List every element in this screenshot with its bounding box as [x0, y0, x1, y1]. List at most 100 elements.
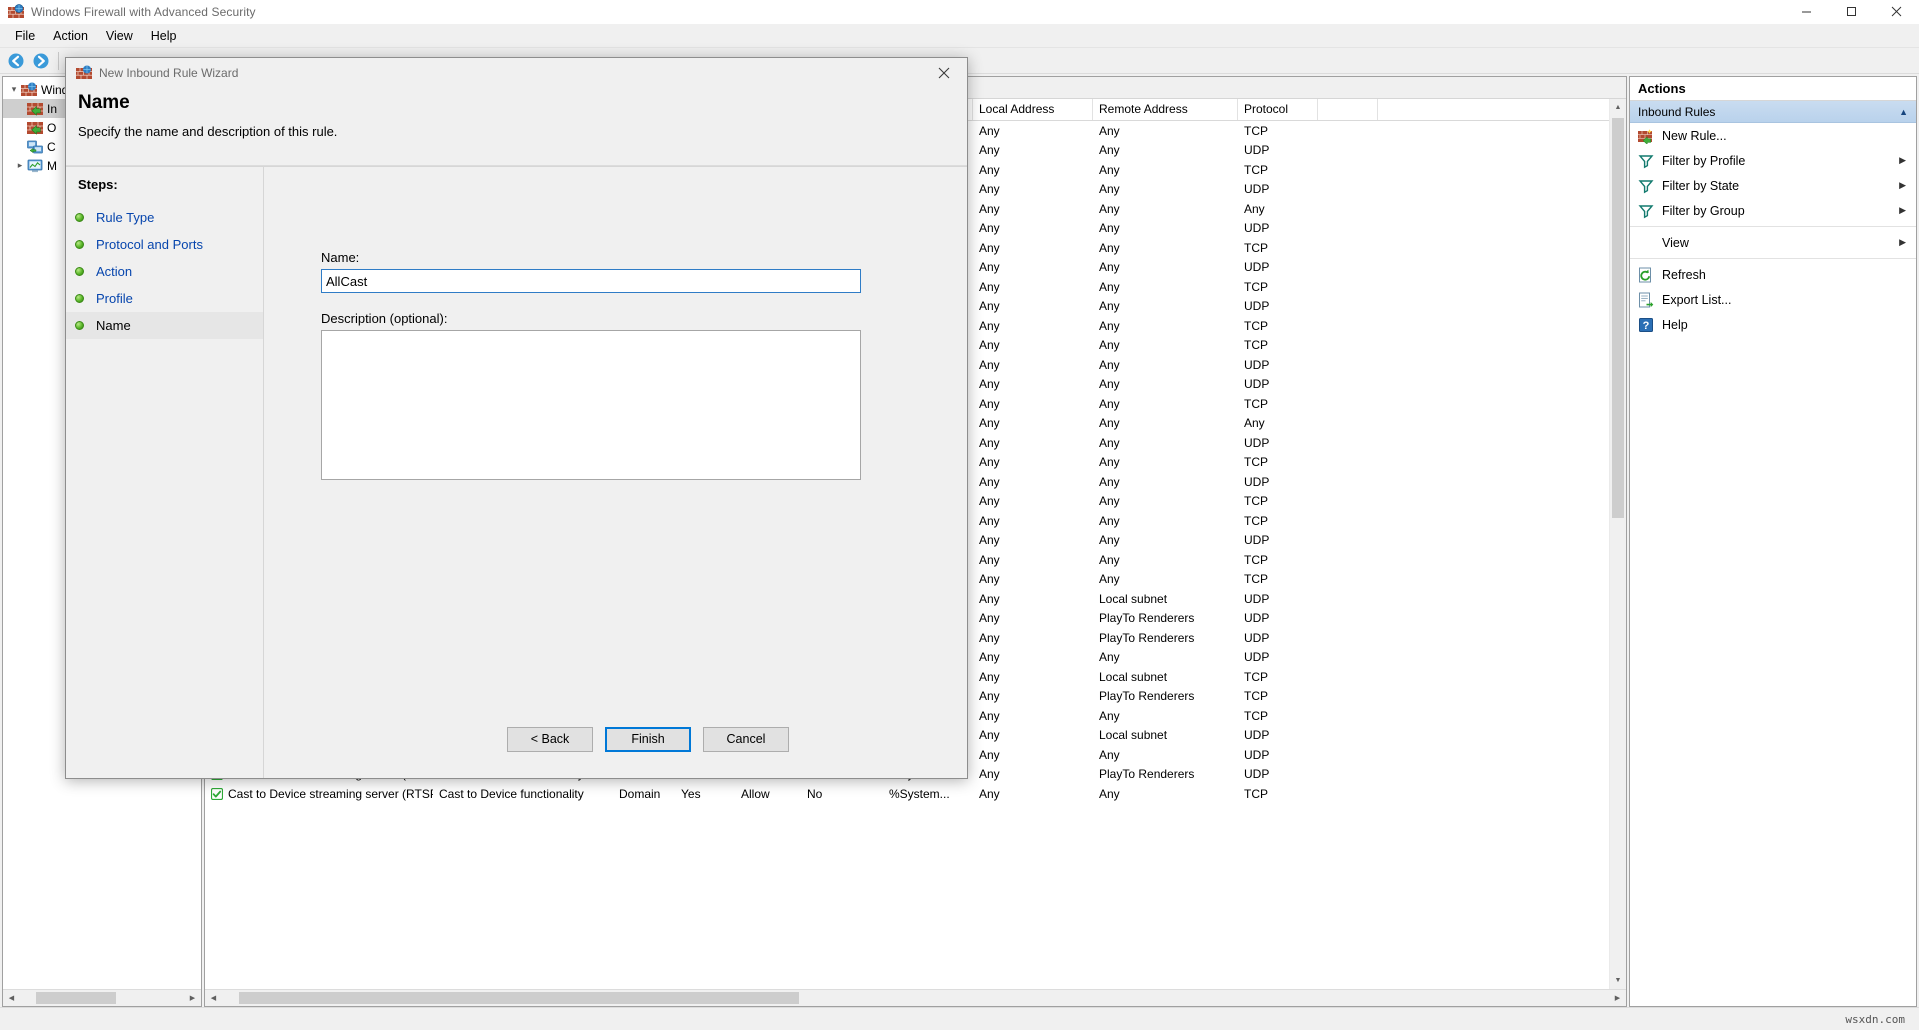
cell-protocol: TCP [1244, 123, 1268, 138]
step-bullet-icon [75, 240, 84, 249]
column-header-local-address[interactable]: Local Address [973, 99, 1093, 120]
scroll-track[interactable] [1610, 116, 1626, 972]
grid-vertical-scrollbar[interactable]: ▲ ▼ [1609, 99, 1626, 989]
cell-group: Cast to Device functionality [439, 786, 584, 801]
menu-view[interactable]: View [97, 26, 142, 46]
forward-navigation-icon[interactable] [29, 50, 53, 72]
chevron-up-icon[interactable]: ▲ [1899, 107, 1908, 117]
cell-remote: Any [1099, 513, 1120, 528]
name-input[interactable] [321, 269, 861, 293]
cell-remote: Any [1099, 455, 1120, 470]
cell-remote: PlayTo Renderers [1099, 689, 1195, 704]
cell-remote: Any [1099, 435, 1120, 450]
maximize-button[interactable] [1829, 0, 1874, 24]
wizard-step-rule-type[interactable]: Rule Type [66, 204, 263, 231]
grid-horizontal-scrollbar[interactable]: ◀ ▶ [205, 989, 1626, 1006]
finish-button[interactable]: Finish [605, 726, 691, 752]
action-filter-by-state[interactable]: Filter by State ▶ [1630, 173, 1916, 198]
export-icon [1638, 292, 1654, 308]
cell-protocol: UDP [1244, 611, 1270, 626]
scroll-left-icon[interactable]: ◀ [3, 990, 20, 1006]
form-spacer [321, 293, 927, 311]
cell-local: Any [979, 416, 1000, 431]
wizard-step-action[interactable]: Action [66, 258, 263, 285]
cell-remote: Any [1099, 260, 1120, 275]
scroll-thumb[interactable] [239, 992, 799, 1004]
action-refresh[interactable]: Refresh [1630, 262, 1916, 287]
chevron-right-icon[interactable]: ▸ [13, 160, 27, 171]
table-row[interactable]: Cast to Device streaming server (RTSP-St… [205, 784, 1609, 804]
menu-help[interactable]: Help [142, 26, 186, 46]
window-title: Windows Firewall with Advanced Security [31, 4, 256, 19]
dialog-close-button[interactable] [921, 58, 967, 88]
cell-remote: Any [1099, 338, 1120, 353]
action-label: Export List... [1662, 292, 1732, 307]
tree-horizontal-scrollbar[interactable]: ◀ ▶ [3, 989, 201, 1006]
action-export-list[interactable]: Export List... [1630, 287, 1916, 312]
cell-protocol: UDP [1244, 747, 1270, 762]
close-button[interactable] [1874, 0, 1919, 24]
cell-action: Allow [741, 786, 770, 801]
cell-protocol: TCP [1244, 455, 1268, 470]
chevron-right-icon[interactable]: ▶ [1899, 205, 1906, 216]
chevron-right-icon[interactable]: ▶ [1899, 155, 1906, 166]
cell-remote: PlayTo Renderers [1099, 630, 1195, 645]
chevron-right-icon[interactable]: ▶ [1899, 237, 1906, 248]
action-filter-by-group[interactable]: Filter by Group ▶ [1630, 198, 1916, 223]
scroll-thumb[interactable] [36, 992, 116, 1004]
cell-name: Cast to Device streaming server (RTSP-St… [205, 787, 433, 801]
help-icon: ? [1638, 317, 1654, 333]
scroll-left-icon[interactable]: ◀ [205, 990, 222, 1006]
menu-bar: File Action View Help [0, 24, 1919, 48]
cell-local: Any [979, 221, 1000, 236]
minimize-button[interactable] [1784, 0, 1829, 24]
steps-title: Steps: [78, 177, 118, 192]
cell-protocol: TCP [1244, 396, 1268, 411]
column-header-extra[interactable] [1318, 99, 1378, 120]
actions-group-header[interactable]: Inbound Rules ▲ [1630, 101, 1916, 123]
action-new-rule[interactable]: New Rule... [1630, 123, 1916, 148]
cell-remote: Local subnet [1099, 591, 1168, 606]
cancel-button[interactable]: Cancel [703, 726, 789, 752]
scroll-up-icon[interactable]: ▲ [1610, 99, 1626, 116]
cell-protocol: TCP [1244, 669, 1268, 684]
column-header-protocol[interactable]: Protocol [1238, 99, 1318, 120]
cell-protocol: TCP [1244, 494, 1268, 509]
dialog-body: Steps: Rule Type Protocol and Ports Acti… [66, 166, 967, 778]
description-input[interactable] [321, 330, 861, 480]
cell-remote: Any [1099, 708, 1120, 723]
scroll-track[interactable] [222, 990, 1609, 1006]
scroll-thumb[interactable] [1612, 118, 1624, 518]
chevron-down-icon: ▾ [11, 84, 17, 94]
cell-protocol: TCP [1244, 338, 1268, 353]
scroll-track[interactable] [20, 990, 184, 1006]
action-view[interactable]: View ▶ [1630, 230, 1916, 255]
cell-local: Any [979, 786, 1000, 801]
action-filter-by-profile[interactable]: Filter by Profile ▶ [1630, 148, 1916, 173]
page-subtitle: Specify the name and description of this… [78, 124, 338, 139]
back-navigation-icon[interactable] [4, 50, 28, 72]
cell-local: Any [979, 689, 1000, 704]
actions-separator [1630, 226, 1916, 227]
scroll-right-icon[interactable]: ▶ [1609, 990, 1626, 1006]
menu-action[interactable]: Action [44, 26, 97, 46]
menu-file[interactable]: File [6, 26, 44, 46]
wizard-step-profile[interactable]: Profile [66, 285, 263, 312]
outbound-rules-icon [27, 120, 43, 136]
filter-icon [1638, 178, 1654, 194]
cell-local: Any [979, 455, 1000, 470]
cell-remote: PlayTo Renderers [1099, 767, 1195, 782]
scroll-down-icon[interactable]: ▼ [1610, 972, 1626, 989]
wizard-step-name[interactable]: Name [66, 312, 263, 339]
column-header-remote-address[interactable]: Remote Address [1093, 99, 1238, 120]
cell-protocol: UDP [1244, 299, 1270, 314]
cell-protocol: TCP [1244, 162, 1268, 177]
chevron-right-icon[interactable]: ▶ [1899, 180, 1906, 191]
wizard-step-protocol-and-ports[interactable]: Protocol and Ports [66, 231, 263, 258]
action-label: Filter by State [1662, 178, 1740, 193]
action-help[interactable]: ? Help [1630, 312, 1916, 337]
back-button[interactable]: < Back [507, 726, 593, 752]
cell-local: Any [979, 318, 1000, 333]
cell-protocol: Any [1244, 416, 1265, 431]
scroll-right-icon[interactable]: ▶ [184, 990, 201, 1006]
